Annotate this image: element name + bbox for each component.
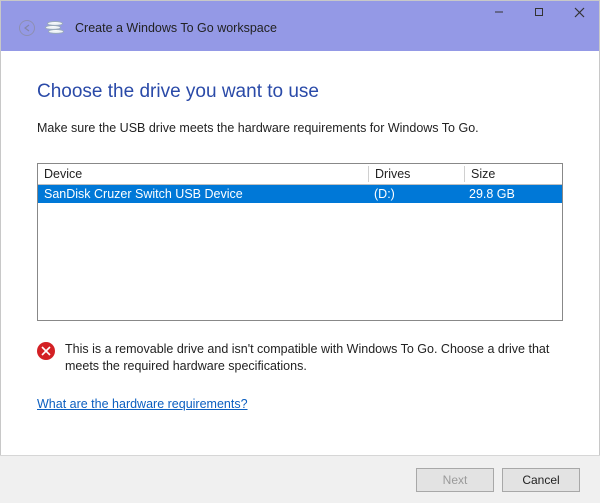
error-icon (37, 342, 55, 360)
warning-text: This is a removable drive and isn't comp… (65, 341, 563, 375)
cell-device: SanDisk Cruzer Switch USB Device (38, 185, 368, 203)
cell-drives: (D:) (368, 185, 463, 203)
hardware-requirements-link[interactable]: What are the hardware requirements? (37, 397, 248, 411)
window-title: Create a Windows To Go workspace (75, 21, 277, 35)
close-button[interactable] (559, 1, 599, 23)
instruction-text: Make sure the USB drive meets the hardwa… (37, 121, 563, 135)
page-heading: Choose the drive you want to use (37, 81, 563, 103)
column-header-size[interactable]: Size (465, 164, 562, 184)
back-button (19, 20, 35, 36)
column-header-drives[interactable]: Drives (369, 164, 464, 184)
windows-to-go-icon (45, 21, 65, 35)
warning-message: This is a removable drive and isn't comp… (37, 341, 563, 375)
drive-list-row-selected[interactable]: SanDisk Cruzer Switch USB Device (D:) 29… (38, 185, 562, 203)
cancel-button[interactable]: Cancel (502, 468, 580, 492)
column-header-device[interactable]: Device (38, 164, 368, 184)
wizard-footer: Next Cancel (0, 455, 600, 503)
content-area: Choose the drive you want to use Make su… (1, 51, 599, 411)
window-controls (479, 1, 599, 23)
maximize-button[interactable] (519, 1, 559, 23)
titlebar: Create a Windows To Go workspace (1, 1, 599, 51)
minimize-button[interactable] (479, 1, 519, 23)
drive-list-header: Device Drives Size (38, 164, 562, 185)
next-button: Next (416, 468, 494, 492)
drive-list[interactable]: Device Drives Size SanDisk Cruzer Switch… (37, 163, 563, 321)
cell-size: 29.8 GB (463, 185, 562, 203)
